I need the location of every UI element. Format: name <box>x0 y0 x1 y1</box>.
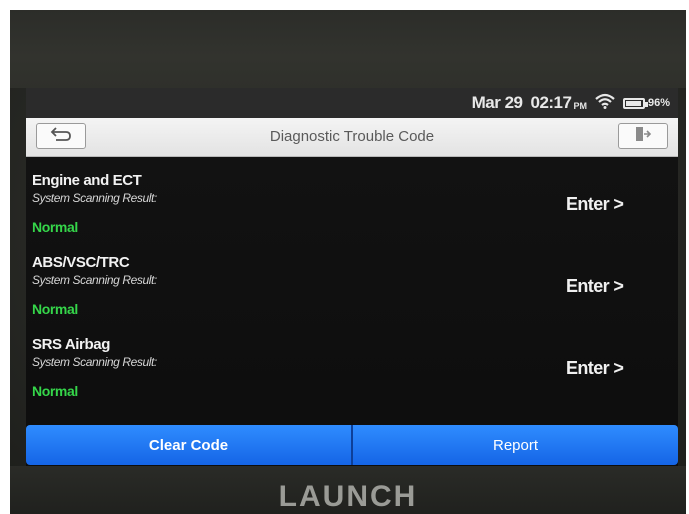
system-row-engine: Engine and ECT System Scanning Result: N… <box>26 172 678 252</box>
device-photo: Mar 29 02:17 PM 96% Diagnostic Trouble C… <box>10 10 686 514</box>
system-result-label: System Scanning Result: <box>32 355 157 369</box>
status-time: 02:17 <box>530 93 572 112</box>
status-bar: Mar 29 02:17 PM 96% <box>26 88 678 118</box>
brand-logo: LAUNCH <box>278 480 418 513</box>
system-result-label: System Scanning Result: <box>32 273 157 287</box>
status-date: Mar 29 <box>471 93 523 112</box>
screen: Mar 29 02:17 PM 96% Diagnostic Trouble C… <box>26 88 678 466</box>
system-row-srs: SRS Airbag System Scanning Result: Norma… <box>26 336 678 416</box>
device-bezel-top <box>10 10 686 88</box>
system-result-status: Normal <box>32 383 78 399</box>
battery-level <box>625 100 642 106</box>
status-group: Mar 29 02:17 PM 96% <box>472 92 670 114</box>
device-bezel-bottom: LAUNCH <box>10 466 686 514</box>
wifi-icon <box>595 93 615 114</box>
system-result-status: Normal <box>32 301 78 317</box>
status-ampm: PM <box>573 100 587 111</box>
battery-percent: 96% <box>647 97 670 109</box>
page-title: Diagnostic Trouble Code <box>269 128 435 145</box>
system-name: Engine and ECT <box>32 172 142 189</box>
exit-button[interactable] <box>618 123 668 149</box>
battery-icon <box>622 97 648 109</box>
enter-button-srs[interactable]: Enter > <box>566 358 624 379</box>
report-button[interactable]: Report <box>353 425 678 465</box>
enter-button-abs[interactable]: Enter > <box>566 276 624 297</box>
clear-code-button[interactable]: Clear Code <box>26 425 351 465</box>
exit-icon <box>634 126 652 147</box>
system-row-abs: ABS/VSC/TRC System Scanning Result: Norm… <box>26 254 678 334</box>
action-bar: Clear Code Report <box>26 425 678 465</box>
system-result-label: System Scanning Result: <box>32 191 157 205</box>
system-result-status: Normal <box>32 219 78 235</box>
title-bar: Diagnostic Trouble Code <box>26 118 678 157</box>
enter-button-engine[interactable]: Enter > <box>566 194 624 215</box>
battery-group: 96% <box>622 97 670 109</box>
system-name: ABS/VSC/TRC <box>32 254 130 271</box>
system-name: SRS Airbag <box>32 336 110 353</box>
